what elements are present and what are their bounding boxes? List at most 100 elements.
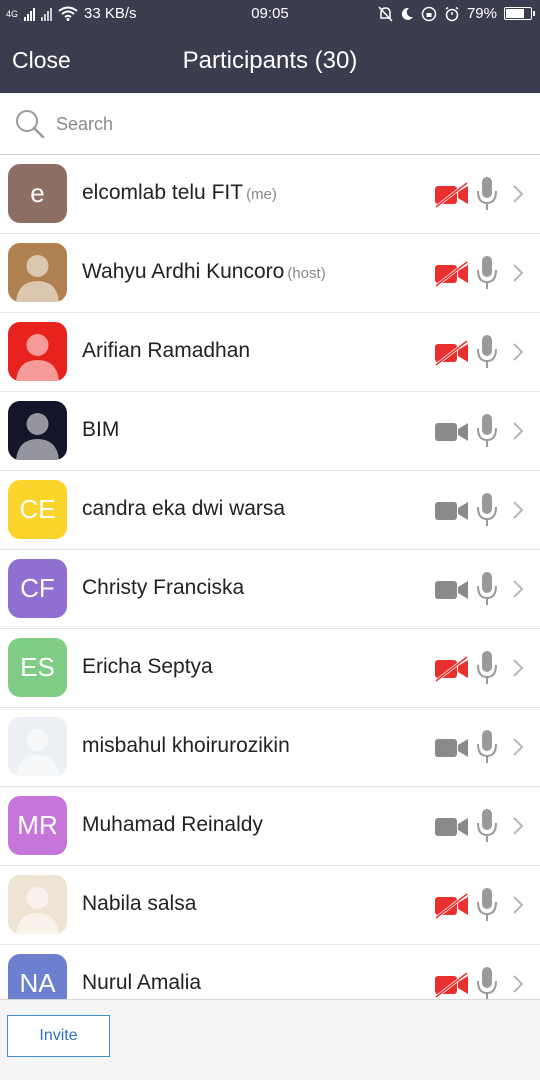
video-camera-icon[interactable]	[434, 498, 470, 524]
battery-fill	[506, 9, 525, 18]
participant-name: Nurul Amalia	[82, 971, 201, 995]
participant-row[interactable]: MR Muhamad Reinaldy	[0, 787, 540, 866]
participant-name-text: Christy Franciska	[82, 576, 245, 599]
participant-name-text: BIM	[82, 418, 120, 441]
avatar	[8, 717, 67, 776]
top-bar: 4G 33 KB/s 09:05 79% Close Participants …	[0, 0, 540, 93]
video-camera-off-icon[interactable]	[434, 893, 470, 919]
microphone-icon[interactable]	[476, 413, 498, 449]
video-camera-off-icon[interactable]	[434, 182, 470, 208]
avatar-initials: NA	[19, 968, 56, 998]
participant-name-text: Ericha Septya	[82, 655, 213, 678]
microphone-icon[interactable]	[476, 334, 498, 370]
participant-name: elcomlab telu FIT (me)	[82, 181, 277, 205]
video-camera-off-icon[interactable]	[434, 340, 470, 366]
participant-name-text: candra eka dwi warsa	[82, 497, 286, 520]
rotation-lock-icon	[421, 6, 437, 21]
microphone-icon[interactable]	[476, 176, 498, 212]
video-camera-off-icon[interactable]	[434, 972, 470, 998]
chevron-right-icon	[513, 422, 524, 440]
avatar-initials: CE	[19, 494, 56, 524]
video-camera-off-icon[interactable]	[434, 656, 470, 682]
microphone-icon[interactable]	[476, 492, 498, 528]
chevron-right-icon	[513, 659, 524, 677]
chevron-right-icon	[513, 264, 524, 282]
chevron-right-icon	[513, 501, 524, 519]
chevron-right-icon	[513, 975, 524, 993]
participant-name: Wahyu Ardhi Kuncoro (host)	[82, 260, 326, 284]
footer: Invite	[0, 999, 540, 1080]
participant-name: BIM	[82, 418, 119, 442]
page-title: Participants (30)	[182, 47, 358, 74]
person-photo-icon	[16, 413, 59, 460]
chevron-right-icon	[513, 185, 524, 203]
bell-muted-icon	[378, 5, 393, 22]
battery-icon	[504, 7, 535, 20]
participant-row[interactable]: misbahul khoirurozikin	[0, 708, 540, 787]
participant-name-text: Muhamad Reinaldy	[82, 813, 263, 836]
video-camera-icon[interactable]	[434, 814, 470, 840]
header: Close Participants (30)	[0, 28, 540, 93]
avatar-initials: e	[30, 178, 45, 208]
video-camera-icon[interactable]	[434, 577, 470, 603]
participant-row[interactable]: CF Christy Franciska	[0, 550, 540, 629]
microphone-icon[interactable]	[476, 571, 498, 607]
participant-row[interactable]: Wahyu Ardhi Kuncoro (host)	[0, 234, 540, 313]
participant-row[interactable]: ES Ericha Septya	[0, 629, 540, 708]
participant-name-text: misbahul khoirurozikin	[82, 734, 290, 757]
person-photo-icon	[16, 887, 59, 934]
battery-percent: 79%	[466, 5, 497, 22]
alarm-icon	[445, 6, 459, 21]
chevron-right-icon	[513, 817, 524, 835]
avatar: CF	[8, 559, 67, 618]
avatar: CE	[8, 480, 67, 539]
avatar-initials: ES	[20, 652, 55, 682]
avatar	[8, 243, 67, 302]
close-button[interactable]: Close	[12, 47, 71, 74]
participant-name-text: Nurul Amalia	[82, 971, 202, 994]
microphone-icon[interactable]	[476, 729, 498, 765]
microphone-icon[interactable]	[476, 887, 498, 923]
microphone-icon[interactable]	[476, 808, 498, 844]
participant-role-tag: (me)	[246, 186, 277, 203]
participant-name: candra eka dwi warsa	[82, 497, 285, 521]
avatar	[8, 875, 67, 934]
avatar-initials: CF	[20, 573, 55, 603]
avatar	[8, 401, 67, 460]
video-camera-icon[interactable]	[434, 735, 470, 761]
participant-list: e elcomlab telu FIT (me) Wahyu Ardhi Kuncor…	[0, 155, 540, 999]
avatar	[8, 322, 67, 381]
person-photo-icon	[16, 729, 59, 776]
participant-name-text: Arifian Ramadhan	[82, 339, 251, 362]
avatar: MR	[8, 796, 67, 855]
video-camera-icon[interactable]	[434, 419, 470, 445]
participant-row[interactable]: BIM	[0, 392, 540, 471]
chevron-right-icon	[513, 580, 524, 598]
participant-row[interactable]: Nabila salsa	[0, 866, 540, 945]
microphone-icon[interactable]	[476, 255, 498, 291]
search-input[interactable]	[56, 107, 516, 141]
avatar: e	[8, 164, 67, 223]
status-right: 79%	[378, 5, 535, 22]
microphone-icon[interactable]	[476, 650, 498, 686]
chevron-right-icon	[513, 343, 524, 361]
status-bar: 4G 33 KB/s 09:05 79%	[0, 0, 540, 28]
avatar: ES	[8, 638, 67, 697]
video-camera-off-icon[interactable]	[434, 261, 470, 287]
participant-name: misbahul khoirurozikin	[82, 734, 290, 758]
avatar-initials: MR	[17, 810, 58, 840]
participant-name-text: elcomlab telu FIT	[82, 181, 244, 204]
chevron-right-icon	[513, 896, 524, 914]
participant-row[interactable]: e elcomlab telu FIT (me)	[0, 155, 540, 234]
participant-name-text: Nabila salsa	[82, 892, 197, 915]
participant-row[interactable]: Arifian Ramadhan	[0, 313, 540, 392]
participant-row[interactable]: CE candra eka dwi warsa	[0, 471, 540, 550]
participant-name-text: Wahyu Ardhi Kuncoro	[82, 260, 285, 283]
participant-name: Arifian Ramadhan	[82, 339, 250, 363]
microphone-icon[interactable]	[476, 966, 498, 999]
search-icon	[16, 110, 45, 139]
participant-row[interactable]: NA Nurul Amalia	[0, 945, 540, 999]
invite-button[interactable]: Invite	[7, 1015, 110, 1057]
person-photo-icon	[16, 255, 59, 302]
person-photo-icon	[16, 334, 59, 381]
